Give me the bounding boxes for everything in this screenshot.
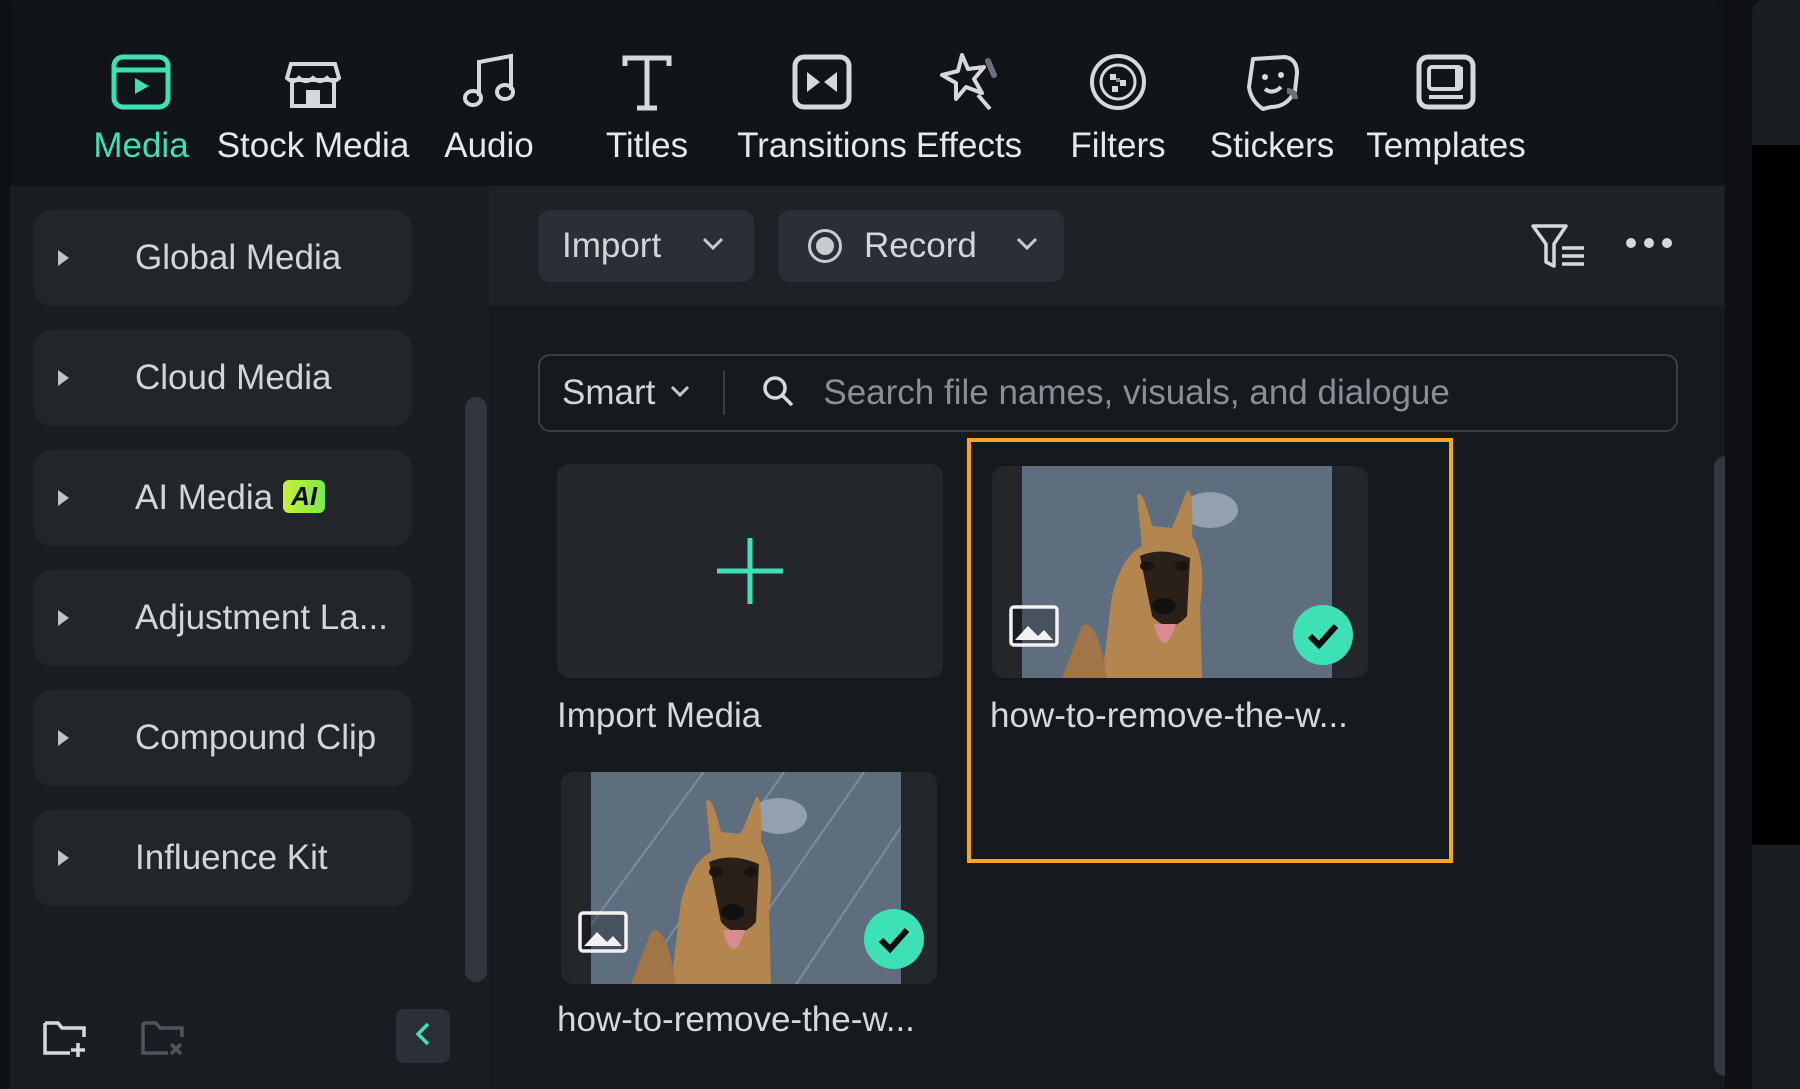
- remove-folder-icon[interactable]: [140, 1015, 188, 1064]
- sidebar-item-label: Global Media: [135, 238, 342, 277]
- record-label: Record: [864, 226, 977, 265]
- sticker-face-icon: [1240, 50, 1304, 114]
- sidebar-scrollbar[interactable]: [465, 397, 487, 982]
- sidebar-footer: [10, 979, 490, 1089]
- sidebar-item-compound-clip[interactable]: Compound Clip: [34, 690, 412, 786]
- selection-highlight: [967, 438, 1453, 863]
- sidebar-item-label: Adjustment La...: [135, 598, 388, 637]
- stock-media-icon: [281, 50, 345, 114]
- top-toolbar: Media Stock Media Audio Titles Transitio…: [10, 0, 1725, 186]
- sidebar-item-label: Influence Kit: [135, 838, 328, 877]
- tab-stickers[interactable]: Stickers: [1209, 0, 1335, 186]
- filter-circle-icon: [1086, 50, 1150, 114]
- tab-label: Stock Media: [216, 126, 410, 165]
- new-folder-icon[interactable]: [42, 1015, 90, 1064]
- dog-illustration: [570, 772, 932, 984]
- tab-label: Effects: [915, 126, 1023, 165]
- sidebar-item-adjustment-layer[interactable]: Adjustment La...: [34, 570, 412, 666]
- filter-sort-icon[interactable]: [1530, 222, 1588, 277]
- search-icon: [761, 374, 795, 413]
- search-mode-dropdown[interactable]: Smart: [562, 373, 655, 413]
- library-scrollbar[interactable]: [1714, 456, 1725, 1076]
- chevron-down-icon: [701, 236, 725, 257]
- dog-photo-watermarked-image: [570, 772, 932, 984]
- tab-templates[interactable]: Templates: [1366, 0, 1526, 186]
- sidebar-item-label: Compound Clip: [135, 718, 377, 757]
- sidebar-item-label: Cloud Media: [135, 358, 332, 397]
- tab-label: Titles: [605, 126, 689, 165]
- expand-arrow-icon: [58, 730, 69, 746]
- tab-transitions[interactable]: Transitions: [732, 0, 912, 186]
- chevron-down-icon: [1015, 236, 1039, 257]
- collapse-sidebar-button[interactable]: [396, 1009, 450, 1063]
- more-dots-icon[interactable]: [1624, 236, 1674, 255]
- expand-arrow-icon: [58, 370, 69, 386]
- tab-label: Audio: [444, 126, 534, 165]
- sidebar-item-label: AI Media AI: [135, 478, 326, 518]
- ai-badge: AI: [283, 480, 326, 513]
- search-input[interactable]: [823, 373, 1624, 413]
- import-label: Import: [562, 226, 662, 265]
- import-media-tile[interactable]: [557, 464, 943, 678]
- import-media-card[interactable]: Import Media: [557, 464, 943, 735]
- divider: [723, 371, 726, 415]
- preview-panel-edge: [1752, 0, 1800, 1089]
- chevron-left-icon: [413, 1021, 433, 1052]
- sidebar-item-cloud-media[interactable]: Cloud Media: [34, 330, 412, 426]
- tab-stock-media[interactable]: Stock Media: [198, 0, 428, 186]
- sidebar-item-label-text: AI Media: [135, 478, 274, 517]
- media-card[interactable]: how-to-remove-the-w...: [557, 772, 957, 1042]
- template-icon: [1414, 50, 1478, 114]
- tab-audio[interactable]: Audio: [434, 0, 544, 186]
- card-title: Import Media: [557, 696, 762, 735]
- sidebar: Global Media Cloud Media AI Media AI Adju…: [10, 186, 490, 1089]
- tab-effects[interactable]: Effects: [914, 0, 1024, 186]
- preview-area: [1752, 145, 1800, 845]
- expand-arrow-icon: [58, 850, 69, 866]
- sparkle-star-icon: [937, 50, 1001, 114]
- search-bar: Smart: [538, 354, 1678, 432]
- record-icon: [808, 229, 842, 263]
- checkmark-badge-icon: [863, 908, 925, 975]
- chevron-down-icon: [669, 384, 691, 403]
- expand-arrow-icon: [58, 610, 69, 626]
- import-button[interactable]: Import: [538, 210, 754, 282]
- tab-label: Media: [93, 126, 189, 165]
- tab-media[interactable]: Media: [88, 0, 194, 186]
- tab-label: Transitions: [737, 126, 907, 165]
- tab-titles[interactable]: Titles: [598, 0, 696, 186]
- media-library: Import Record Smart Search file names, v…: [490, 186, 1725, 1089]
- plus-icon: [715, 536, 785, 611]
- sidebar-item-ai-media[interactable]: AI Media AI: [34, 450, 412, 546]
- library-toolbar: Import Record: [490, 186, 1725, 306]
- media-thumbnail[interactable]: [561, 772, 937, 984]
- transition-icon: [790, 50, 854, 114]
- tab-label: Templates: [1366, 126, 1526, 165]
- image-type-icon: [577, 910, 629, 959]
- sidebar-item-influence-kit[interactable]: Influence Kit: [34, 810, 412, 906]
- card-title: how-to-remove-the-w...: [557, 1000, 915, 1039]
- sidebar-item-global-media[interactable]: Global Media: [34, 210, 412, 306]
- media-icon: [109, 50, 173, 114]
- tab-filters[interactable]: Filters: [1066, 0, 1170, 186]
- tab-label: Stickers: [1209, 126, 1335, 165]
- media-panel-window: Media Stock Media Audio Titles Transitio…: [10, 0, 1725, 1089]
- tab-label: Filters: [1070, 126, 1166, 165]
- music-note-icon: [457, 50, 521, 114]
- text-t-icon: [615, 50, 679, 114]
- record-button[interactable]: Record: [778, 210, 1064, 282]
- expand-arrow-icon: [58, 490, 69, 506]
- expand-arrow-icon: [58, 250, 69, 266]
